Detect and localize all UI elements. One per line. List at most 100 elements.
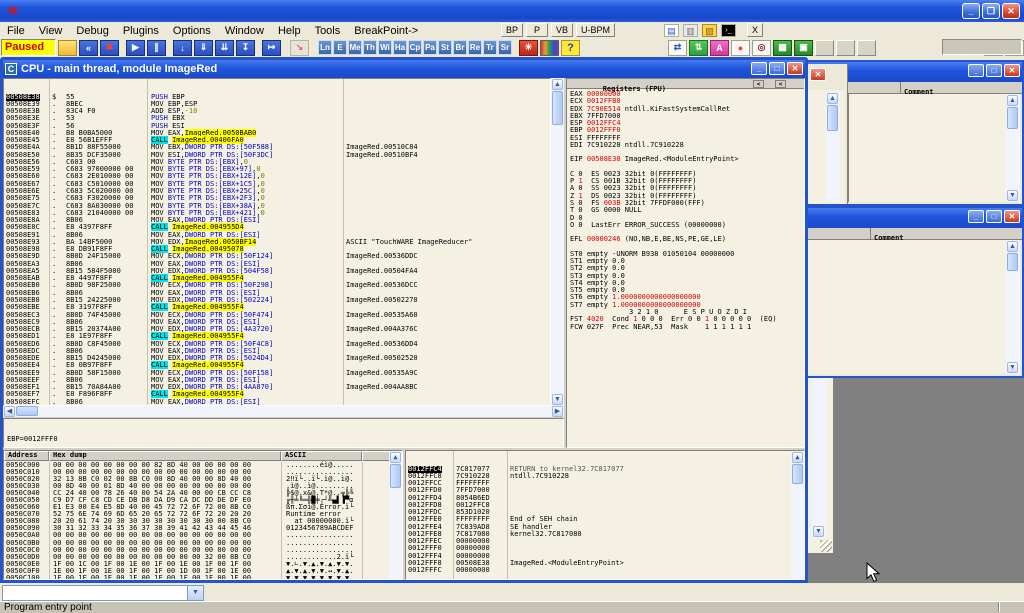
blank-button[interactable]	[836, 40, 855, 56]
vertical-scrollbar[interactable]: ▲ ▼	[1006, 94, 1020, 202]
close-button[interactable]: ✕	[1002, 3, 1020, 19]
spiral-icon[interactable]: ◎	[752, 40, 771, 56]
dump-address-header[interactable]: Address	[4, 451, 49, 461]
close-icon[interactable]: ✕	[810, 68, 826, 81]
options-gear-icon[interactable]: ✳	[519, 40, 538, 56]
disasm-row[interactable]: 00508E83.C683 21040000 00MOV BYTE PTR DS…	[4, 210, 550, 217]
open-file-icon[interactable]	[58, 40, 77, 56]
minimize-button[interactable]: _	[962, 3, 980, 19]
menu-item-file[interactable]: File	[0, 25, 32, 37]
pane-button-sr[interactable]: Sr	[498, 40, 512, 55]
vertical-scrollbar[interactable]: ▲ ▼	[1006, 240, 1020, 374]
register-line[interactable]: EIP 00508E38 ImageRed.<ModuleEntryPoint>	[567, 156, 804, 163]
comment-list-area[interactable]	[848, 94, 1006, 202]
open-folder-icon[interactable]: ▧	[702, 24, 717, 37]
pane-button-re[interactable]: Re	[468, 40, 482, 55]
maximize-button[interactable]: ❐	[982, 3, 1000, 19]
close-icon[interactable]: ✕	[1004, 210, 1020, 223]
pane-button-cp[interactable]: Cp	[408, 40, 422, 55]
step-over-icon[interactable]: ⇓	[194, 40, 213, 56]
comment-list-area[interactable]	[808, 240, 1006, 374]
record-dot-icon[interactable]: ●	[731, 40, 750, 56]
plugin-button-vb[interactable]: VB	[551, 23, 573, 37]
command-combobox[interactable]: ▼	[2, 585, 204, 601]
letter-a-icon[interactable]: A	[710, 40, 729, 56]
swap-arrows-icon[interactable]: ⇄	[668, 40, 687, 56]
pane-button-ha[interactable]: Ha	[393, 40, 407, 55]
disasm-row[interactable]: 00508E8C.E8 4397F8FFCALL ImageRed.004955…	[4, 224, 550, 231]
console-icon[interactable]: ›_	[721, 24, 736, 37]
help-icon[interactable]: ?	[561, 40, 580, 56]
notepad-icon[interactable]: ▤	[664, 24, 679, 37]
plugin-button-p[interactable]: P	[526, 23, 548, 37]
collapse-button[interactable]: <	[753, 80, 764, 88]
hex-grid-icon[interactable]: ▦	[773, 40, 792, 56]
chevron-down-icon[interactable]: ▼	[187, 586, 203, 600]
dump-pane[interactable]: Address Hex dump ASCII 0050C00000 00 00 …	[3, 450, 403, 580]
run-icon[interactable]: ▶	[126, 40, 145, 56]
disassembly-hscrollbar[interactable]: ◀ ▶	[3, 406, 564, 417]
register-line[interactable]: EDI 7C910228 ntdll.7C910228	[567, 142, 804, 149]
exec-till-return-icon[interactable]: ↦	[262, 40, 281, 56]
disasm-row[interactable]: 00508EB0.8B0D 98F25000MOV ECX,DWORD PTR …	[4, 282, 550, 289]
minimize-button[interactable]: _	[968, 64, 984, 77]
pane-button-br[interactable]: Br	[453, 40, 467, 55]
menu-item-help[interactable]: Help	[271, 25, 308, 37]
menubar-close-button[interactable]: X	[747, 23, 763, 37]
menu-item-window[interactable]: Window	[218, 25, 271, 37]
dump-row[interactable]: 0050C1001F 00 1F 00 1F 00 1F 00 1F 00 1F…	[4, 575, 389, 580]
disasm-row[interactable]: 00508E3E.53PUSH EBX	[4, 115, 550, 122]
close-program-icon[interactable]: ✖	[100, 40, 119, 56]
menu-item-debug[interactable]: Debug	[69, 25, 115, 37]
step-into-icon[interactable]: ↓	[173, 40, 192, 56]
pane-button-pa[interactable]: Pa	[423, 40, 437, 55]
trace-into-icon[interactable]: ⇊	[215, 40, 234, 56]
vertical-scrollbar[interactable]: ▲	[826, 92, 840, 202]
disasm-row[interactable]: 00508E9D.8B0D 24F15000MOV ECX,DWORD PTR …	[4, 253, 550, 260]
disasm-row[interactable]: 00508E3B.83C4 F0ADD ESP,-10	[4, 108, 550, 115]
register-line[interactable]: EFL 00000246 (NO,NB,E,BE,NS,PE,GE,LE)	[567, 236, 804, 243]
disassembly-vscrollbar[interactable]: ▲ ▼	[551, 78, 564, 406]
minimize-button[interactable]: _	[968, 210, 984, 223]
disasm-row[interactable]: 00508EF7.E8 F896F8FFCALL ImageRed.004955…	[4, 391, 550, 398]
pane-button-tr[interactable]: Tr	[483, 40, 497, 55]
green-window-icon[interactable]: ▣	[794, 40, 813, 56]
appearance-icon[interactable]	[540, 40, 559, 56]
registers-pane[interactable]: Registers (FPU) < < EAX 00000000ECX 0012…	[566, 78, 805, 448]
blank-button[interactable]	[857, 40, 876, 56]
register-line[interactable]: FCW 027F Prec NEAR,53 Mask 1 1 1 1 1 1	[567, 324, 804, 331]
resize-grip[interactable]	[820, 540, 832, 552]
register-line[interactable]: T 0 GS 0000 NULL	[567, 207, 804, 214]
pane-button-e[interactable]: E	[333, 40, 347, 55]
close-icon[interactable]: ✕	[787, 62, 803, 75]
cpu-titlebar[interactable]: C CPU - main thread, module ImageRed _ □…	[3, 60, 805, 78]
blank-button[interactable]	[815, 40, 834, 56]
disasm-row[interactable]: 00508ED6.8B0D C8F45000MOV ECX,DWORD PTR …	[4, 341, 550, 348]
disasm-row[interactable]: 00508EE9.8B0D 58F15000MOV ECX,DWORD PTR …	[4, 370, 550, 377]
maximize-button[interactable]: □	[986, 210, 1002, 223]
maximize-button[interactable]: □	[986, 64, 1002, 77]
disasm-row[interactable]: 00508EC3.8B0D 74F45000MOV ECX,DWORD PTR …	[4, 312, 550, 319]
vertical-scrollbar[interactable]: ▼	[812, 380, 826, 538]
dump-hex-header[interactable]: Hex dump	[49, 451, 281, 461]
menu-item-tools[interactable]: Tools	[308, 25, 348, 37]
register-line[interactable]: O 0 LastErr ERROR_SUCCESS (00000000)	[567, 222, 804, 229]
pane-button-me[interactable]: Me	[348, 40, 362, 55]
trace-over-icon[interactable]: ↧	[236, 40, 255, 56]
dump-ascii-header[interactable]: ASCII	[281, 451, 362, 461]
menu-item-plugins[interactable]: Plugins	[116, 25, 166, 37]
pause-icon[interactable]: ∥	[147, 40, 166, 56]
document-icon[interactable]: ▥	[683, 24, 698, 37]
menu-item-options[interactable]: Options	[166, 25, 218, 37]
maximize-button[interactable]: □	[769, 62, 785, 75]
goto-icon[interactable]: ↘	[290, 40, 309, 56]
minimize-button[interactable]: _	[751, 62, 767, 75]
dump-vscrollbar[interactable]: ▲	[389, 451, 402, 579]
plugin-button-bp[interactable]: BP	[501, 23, 523, 37]
stack-vscrollbar[interactable]: ▲	[791, 451, 804, 579]
restart-icon[interactable]: «	[79, 40, 98, 56]
stack-pane[interactable]: 0012FFC47C817077RETURN to kernel32.7C817…	[405, 450, 805, 580]
updown-icon[interactable]: ⇅	[689, 40, 708, 56]
disasm-row[interactable]: 00508E38$55PUSH EBP	[4, 94, 550, 101]
disassembly-pane[interactable]: 00508E38$55PUSH EBP00508E39.8BECMOV EBP,…	[3, 78, 551, 406]
